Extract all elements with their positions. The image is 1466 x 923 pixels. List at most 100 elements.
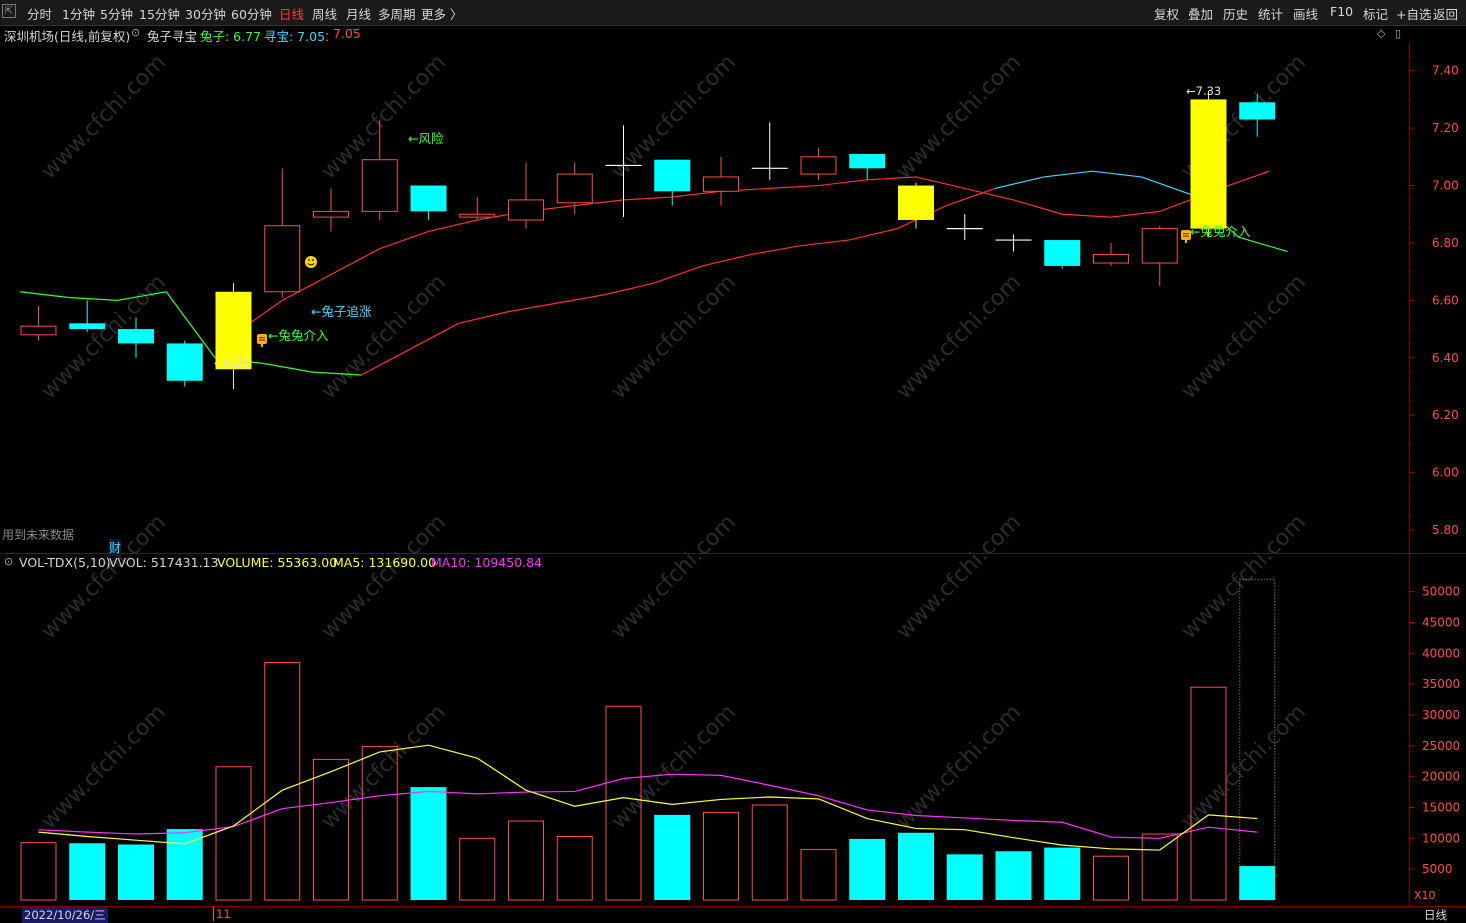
candle-body [654,159,691,192]
volume-axis: 50000 45000 40000 35000 30000 25000 20000 15000… [1409,585,1460,876]
volume-bar [751,804,788,901]
smiley-eye [312,259,314,261]
watermark-text: www.cfchi.com [1177,510,1311,644]
vvol-value: VVOL: 517431.13 [109,555,219,570]
candle-body [313,210,349,218]
candle [459,197,496,220]
candle [508,162,544,229]
volume-tick-label: 5000 [1422,862,1453,876]
candle-body [800,156,837,175]
volume-bar [556,835,593,901]
watermark-text: www.cfchi.com [317,510,451,644]
candle [215,283,252,390]
price-tick-label: 5.80 [1432,523,1459,537]
flag-pole [261,344,263,347]
watermark-text: www.cfchi.com [892,270,1026,404]
watermark-text: www.cfchi.com [607,510,741,644]
candle-body [1141,228,1178,264]
watermark-text: www.cfchi.com [892,700,1026,834]
price-tick-label: 6.00 [1432,466,1459,480]
price-tick-label: 7.00 [1432,179,1459,193]
volume-unit: X10 [1414,889,1436,902]
rabbit-line-segment [507,302,557,313]
watermark-text: www.cfchi.com [607,700,741,834]
watermark-text: www.cfchi.com [892,510,1026,644]
watermark-text: www.cfchi.com [37,50,171,184]
candle-body [1093,253,1129,264]
rabbit-line-segment [653,265,703,284]
volume-bar [459,837,496,901]
candle-body [361,159,398,212]
volume-bar [703,811,739,901]
candle-body [703,176,739,192]
smiley-icon [305,256,317,268]
candle-body [20,325,57,336]
volume-toggle-icon[interactable]: ⊙ [4,555,13,568]
candle [313,188,349,232]
rabbit-line-segment [702,253,752,267]
volume-tick-label: 50000 [1422,585,1460,599]
chase-annotation: ←兔子追涨 [311,304,372,319]
candle-body [264,225,301,293]
volume-indicator-name[interactable]: VOL-TDX(5,10) [19,555,111,570]
rabbit-line-segment [994,176,1044,189]
flag-line [259,339,265,341]
rabbit-line-segment [1043,170,1093,178]
status-bar: 2022/10/26/三 11 日线 [0,906,1466,923]
price-tick-label: 7.40 [1432,64,1459,78]
watermark-text: www.cfchi.com [1177,270,1311,404]
candle-body [410,185,447,212]
volume-tick-label: 15000 [1422,800,1460,814]
flag-line [1183,233,1189,235]
candle [1044,240,1081,269]
candle-body [898,185,934,220]
volume-bar [118,844,154,900]
ma10-value: MA10: 109450.84 [431,555,543,570]
volume-value: VOLUME: 55363.00 [217,555,338,570]
price-tick-label: 6.40 [1432,351,1459,365]
volume-tick-label: 25000 [1422,739,1460,753]
volume-bar [654,814,691,900]
watermark-text: www.cfchi.com [317,270,451,404]
rabbit-line-segment [848,228,898,241]
rabbit-line-segment [946,187,996,207]
volume-bar [995,851,1032,900]
stock-chart: www.cfchi.com www.cfchi.com www.cfchi.com w… [0,42,1466,906]
flag-body [257,334,267,344]
volume-tick-label: 40000 [1422,646,1460,660]
candle-body [849,153,886,169]
candle-body [1239,102,1276,120]
watermark-text: www.cfchi.com [892,50,1026,184]
flag-line [259,337,265,339]
flag-line [1183,235,1189,237]
volume-bar [849,838,886,900]
candle [410,185,447,220]
candle-body [1190,99,1227,229]
smiley-eye [308,259,310,261]
flag-pole [1185,240,1187,243]
price-tick-label: 7.20 [1432,121,1459,135]
watermark-text: www.cfchi.com [37,700,171,834]
rabbit-line-segment [1141,176,1191,195]
candle [995,234,1032,252]
candle-body [1044,240,1081,266]
finance-marker[interactable]: 财 [109,539,122,556]
rabbit-line-segment [263,362,313,373]
enter-annotation-1: ←兔兔介入 [268,328,329,343]
candle [654,159,691,206]
rabbit-line-segment [604,282,654,296]
volume-bar [1044,847,1081,900]
rabbit-line-segment [19,291,69,299]
volume-bar [69,843,106,900]
risk-annotation: ←风险 [408,131,444,146]
candle-body [459,213,496,218]
volume-tick-label: 45000 [1422,615,1460,629]
smiley-face [305,256,317,268]
rabbit-line-segment [68,296,118,301]
candle-body [556,173,593,204]
enter-annotation-2: ←兔兔介入 [1190,224,1251,239]
candle-body [508,199,544,221]
volume-bar [1141,833,1178,901]
signal-flag-icon [257,334,267,347]
candle [703,156,739,206]
